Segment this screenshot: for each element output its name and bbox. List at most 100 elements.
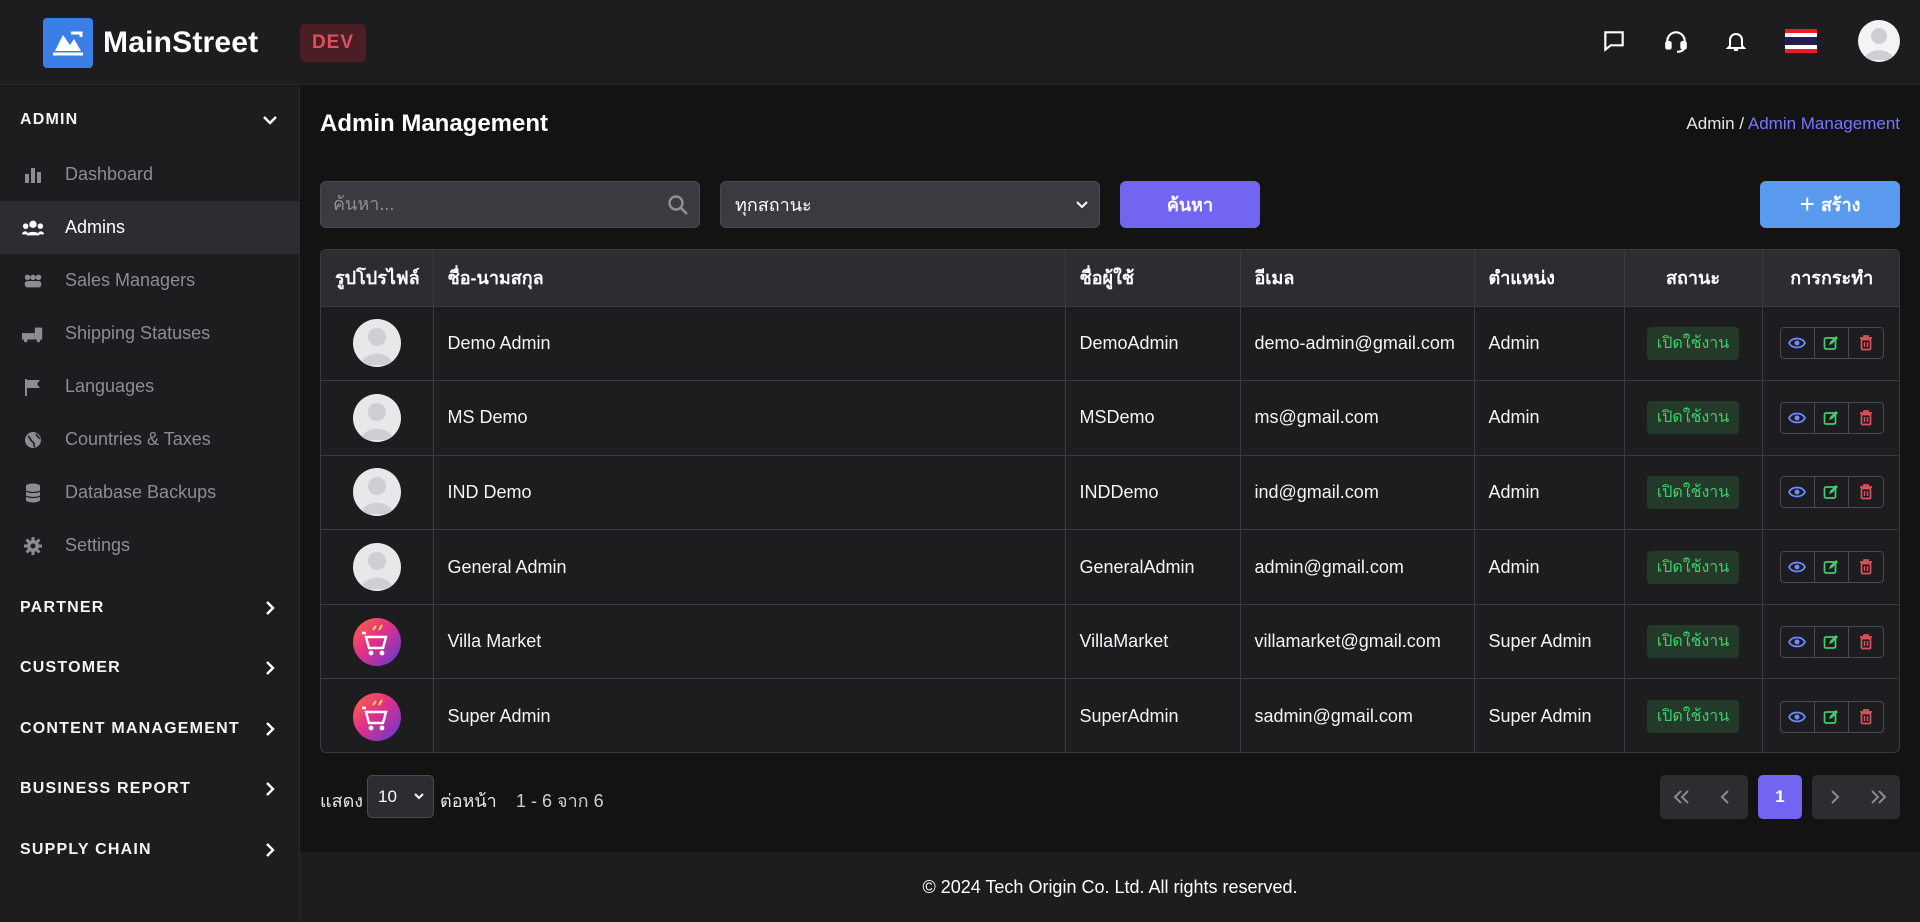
- page-button-current[interactable]: 1: [1758, 775, 1802, 819]
- sidebar-item-shipping-statuses[interactable]: Shipping Statuses: [0, 307, 300, 360]
- section-label: CUSTOMER: [20, 659, 121, 676]
- sidebar-section-partner[interactable]: PARTNER: [0, 588, 300, 628]
- first-page-button[interactable]: [1660, 775, 1704, 819]
- sidebar-item-sales-managers[interactable]: Sales Managers: [0, 254, 300, 307]
- edit-button[interactable]: [1815, 626, 1849, 657]
- delete-button[interactable]: [1849, 702, 1883, 732]
- gear-icon: [22, 536, 44, 556]
- trash-icon: [1859, 559, 1873, 575]
- sidebar-item-database-backups[interactable]: Database Backups: [0, 466, 300, 519]
- name-cell: MS Demo: [433, 380, 1066, 456]
- edit-icon: [1823, 335, 1839, 351]
- sidebar-item-admins[interactable]: Admins: [0, 201, 300, 254]
- username-cell: SuperAdmin: [1065, 678, 1241, 752]
- sidebar-item-countries-taxes[interactable]: Countries & Taxes: [0, 413, 300, 466]
- edit-button[interactable]: [1815, 552, 1849, 583]
- view-button[interactable]: [1781, 701, 1815, 732]
- view-button[interactable]: [1781, 626, 1815, 657]
- username-cell: MSDemo: [1065, 380, 1241, 456]
- thai-flag-icon[interactable]: [1784, 26, 1818, 56]
- action-group: [1779, 625, 1884, 658]
- plus-icon: +: [1799, 188, 1815, 219]
- eye-icon: [1788, 560, 1807, 574]
- edit-button[interactable]: [1815, 328, 1849, 359]
- eye-icon: [1788, 336, 1807, 350]
- sidebar-section-supply-chain[interactable]: SUPPLY CHAIN: [0, 830, 300, 870]
- top-bar: MainStreet DEV: [0, 0, 1920, 85]
- sidebar-section-customer[interactable]: CUSTOMER: [0, 648, 300, 688]
- section-label: ADMIN: [20, 111, 79, 128]
- actions-cell: [1762, 380, 1899, 456]
- chevron-down-icon: [414, 793, 424, 800]
- sidebar-item-dashboard[interactable]: Dashboard: [0, 148, 300, 201]
- edit-button[interactable]: [1815, 701, 1849, 732]
- user-avatar[interactable]: [1858, 20, 1900, 62]
- role-cell: Super Admin: [1474, 678, 1625, 752]
- eye-icon: [1788, 411, 1807, 425]
- action-group: [1779, 327, 1884, 360]
- delete-button[interactable]: [1849, 552, 1883, 582]
- sidebar-item-label: Languages: [65, 376, 155, 396]
- sidebar-item-label: Database Backups: [65, 482, 217, 502]
- trash-icon: [1859, 708, 1873, 725]
- search-icon[interactable]: [667, 194, 689, 216]
- search-button[interactable]: ค้นหา: [1120, 181, 1260, 228]
- last-page-button[interactable]: [1856, 775, 1900, 819]
- edit-button[interactable]: [1815, 402, 1849, 433]
- chat-icon[interactable]: [1599, 26, 1629, 56]
- view-button[interactable]: [1781, 552, 1815, 583]
- actions-cell: [1762, 455, 1899, 531]
- headset-icon[interactable]: [1661, 26, 1691, 56]
- chevron-right-icon: [1831, 790, 1840, 804]
- profile-cell: [321, 455, 434, 531]
- col-header-email: อีเมล: [1240, 250, 1475, 307]
- flag-icon: [22, 377, 44, 397]
- view-button[interactable]: [1781, 328, 1815, 359]
- bar-chart-icon: [22, 165, 44, 185]
- chevron-down-icon: [263, 116, 277, 125]
- edit-button[interactable]: [1815, 477, 1849, 508]
- view-button[interactable]: [1781, 477, 1815, 508]
- brand-logo-icon[interactable]: [43, 18, 93, 68]
- table-row: IND Demo INDDemo ind@gmail.com Admin เปิดใช้…: [321, 455, 1899, 531]
- prev-page-button[interactable]: [1704, 775, 1748, 819]
- per-page-suffix: ต่อหน้า: [440, 791, 497, 811]
- delete-button[interactable]: [1849, 627, 1883, 657]
- search-input[interactable]: [321, 182, 699, 227]
- col-header-status: สถานะ: [1624, 250, 1763, 307]
- brand-name[interactable]: MainStreet: [103, 26, 258, 60]
- view-button[interactable]: [1781, 402, 1815, 433]
- eye-icon: [1788, 710, 1807, 724]
- email-cell: demo-admin@gmail.com: [1240, 306, 1475, 382]
- table-row: Super Admin SuperAdmin sadmin@gmail.com Sup…: [321, 678, 1899, 752]
- profile-cell: [321, 604, 434, 680]
- sidebar-section-business-report[interactable]: BUSINESS REPORT: [0, 769, 300, 809]
- sidebar-section-content-management[interactable]: CONTENT MANAGEMENT: [0, 709, 300, 749]
- status-cell: เปิดใช้งาน: [1624, 306, 1763, 382]
- table-row: MS Demo MSDemo ms@gmail.com Admin เปิดใช้งาน: [321, 380, 1899, 456]
- footer-copyright: © 2024 Tech Origin Co. Ltd. All rights r…: [922, 876, 1298, 897]
- per-page-select[interactable]: 10: [367, 775, 434, 818]
- sidebar-item-label: Countries & Taxes: [65, 429, 211, 449]
- next-page-button[interactable]: [1812, 775, 1856, 819]
- sidebar-item-settings[interactable]: Settings: [0, 519, 300, 572]
- delete-button[interactable]: [1849, 403, 1883, 433]
- name-cell: Demo Admin: [433, 306, 1066, 382]
- role-cell: Admin: [1474, 455, 1625, 531]
- bell-icon[interactable]: [1721, 26, 1751, 56]
- create-button[interactable]: + สร้าง: [1760, 181, 1900, 228]
- status-filter-select[interactable]: ทุกสถานะ: [720, 181, 1100, 228]
- status-cell: เปิดใช้งาน: [1624, 678, 1763, 752]
- status-cell: เปิดใช้งาน: [1624, 455, 1763, 531]
- role-cell: Admin: [1474, 529, 1625, 605]
- breadcrumb-root[interactable]: Admin: [1686, 114, 1734, 133]
- delete-button[interactable]: [1849, 477, 1883, 507]
- table-header-row: รูปโปรไฟล์ ชื่อ-นามสกุล ชื่อผู้ใช้ อีเมล…: [321, 250, 1899, 307]
- eye-icon: [1788, 635, 1807, 649]
- sidebar-section-admin[interactable]: ADMIN: [0, 100, 300, 140]
- profile-cell: [321, 678, 434, 752]
- delete-button[interactable]: [1849, 328, 1883, 358]
- status-cell: เปิดใช้งาน: [1624, 529, 1763, 605]
- trash-icon: [1859, 410, 1873, 426]
- sidebar-item-languages[interactable]: Languages: [0, 360, 300, 413]
